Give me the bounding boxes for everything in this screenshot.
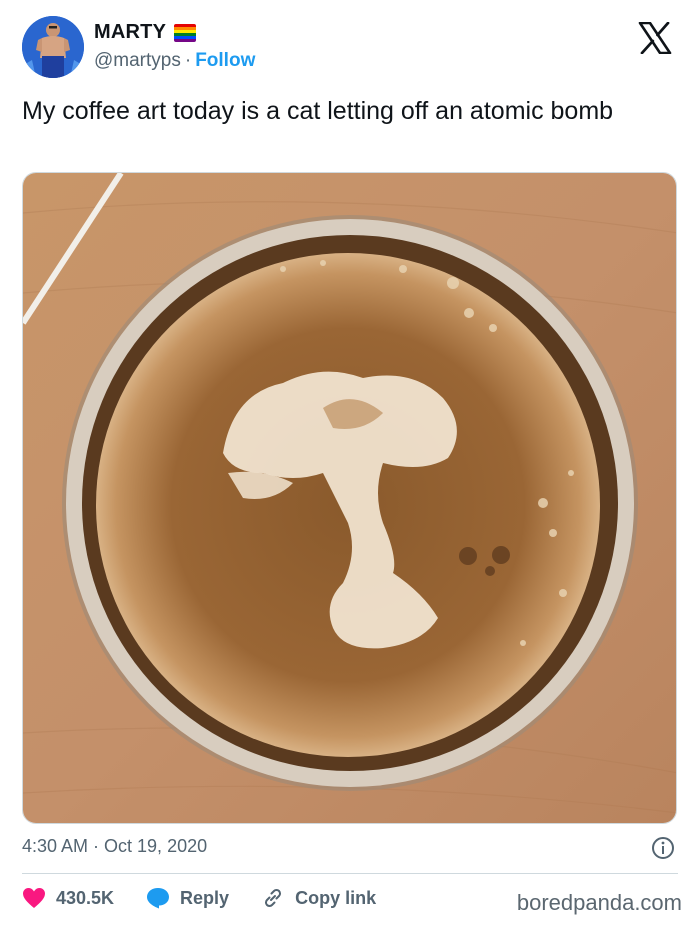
handle-row: @martyps · Follow bbox=[94, 50, 255, 72]
link-icon bbox=[265, 888, 282, 908]
divider bbox=[22, 873, 678, 874]
display-name[interactable]: MARTY bbox=[94, 21, 166, 44]
copy-link-label: Copy link bbox=[295, 887, 377, 908]
reply-label: Reply bbox=[180, 887, 230, 908]
heart-icon bbox=[23, 888, 45, 908]
watermark: boredpanda.com bbox=[516, 890, 682, 915]
coffee-latte-art-photo[interactable] bbox=[22, 172, 677, 824]
like-button[interactable]: 430.5K bbox=[22, 887, 114, 909]
rainbow-flag-icon bbox=[174, 23, 197, 42]
tweet-timestamp[interactable]: 4:30 AM · Oct 19, 2020 bbox=[22, 836, 207, 857]
copy-link-button[interactable]: Copy link bbox=[261, 886, 376, 910]
tweet-text: My coffee art today is a cat letting off… bbox=[22, 97, 614, 125]
reply-button[interactable]: Reply bbox=[146, 887, 229, 909]
author-handle[interactable]: @martyps bbox=[94, 50, 181, 71]
follow-button[interactable]: Follow bbox=[195, 50, 255, 71]
action-bar: 430.5K Reply Copy link bbox=[22, 886, 408, 910]
x-logo-icon[interactable] bbox=[638, 21, 672, 55]
avatar[interactable] bbox=[22, 16, 84, 78]
info-icon[interactable] bbox=[651, 836, 675, 860]
separator-dot: · bbox=[184, 50, 192, 71]
reply-bubble-icon bbox=[147, 888, 170, 909]
author-name-row: MARTY bbox=[94, 21, 197, 44]
like-count: 430.5K bbox=[56, 887, 115, 908]
